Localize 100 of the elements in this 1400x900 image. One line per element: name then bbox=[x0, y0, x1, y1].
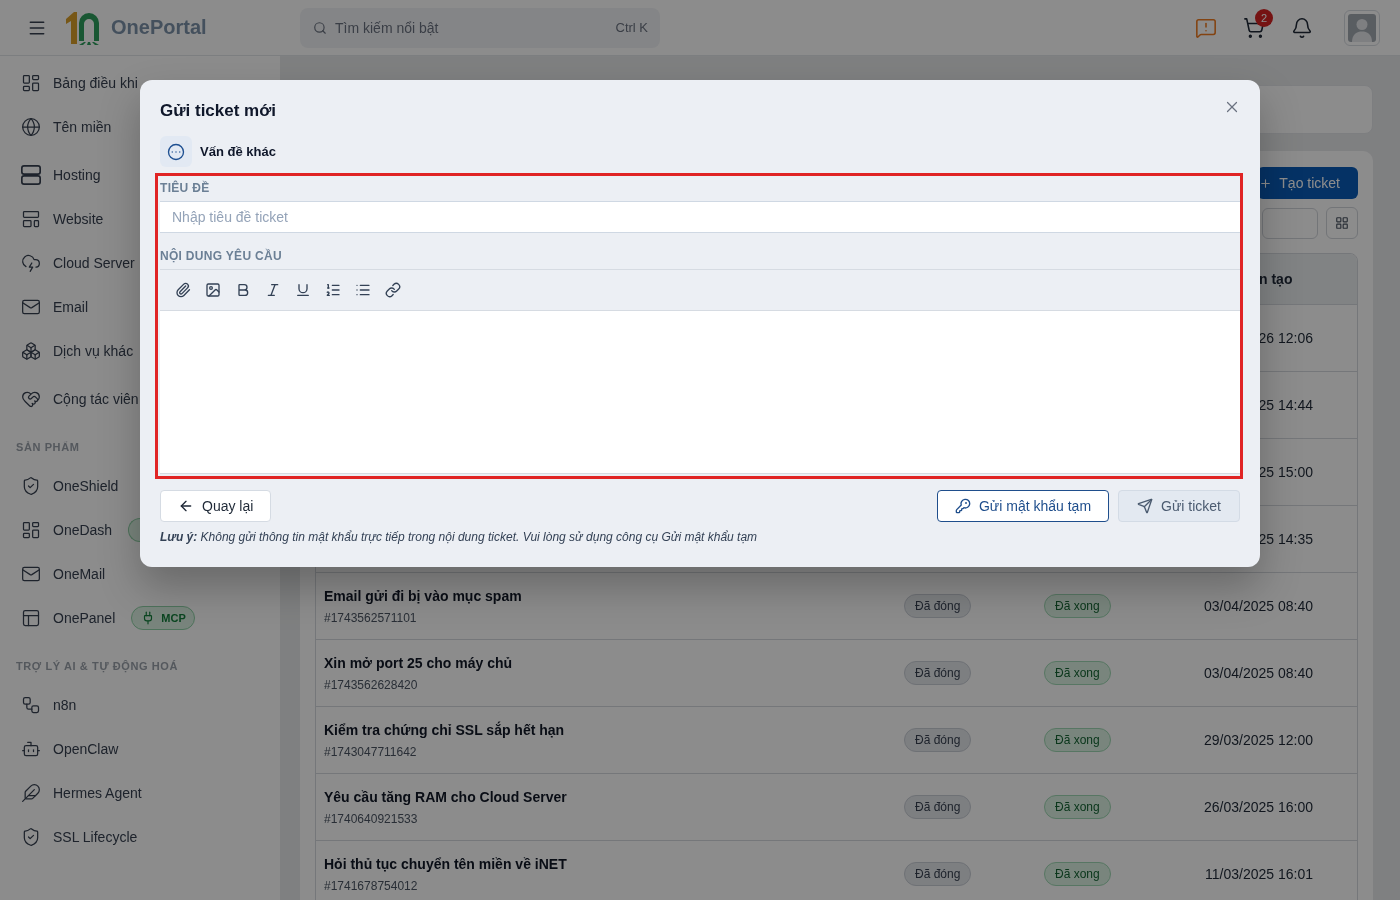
grid-view-button[interactable] bbox=[1326, 207, 1358, 239]
status-tag: Đã đóng bbox=[904, 862, 972, 886]
logo-icon bbox=[65, 10, 102, 45]
bell-icon bbox=[1291, 16, 1313, 39]
shortcut-hint: Ctrl K bbox=[615, 20, 648, 35]
sidebar-item[interactable]: Email bbox=[16, 285, 88, 329]
ticket-title: Xin mở port 25 cho máy chủ bbox=[324, 654, 513, 673]
server-icon bbox=[21, 165, 41, 185]
tag-label: MCP bbox=[161, 611, 186, 625]
sidebar-item[interactable]: Hermes Agent bbox=[16, 771, 142, 815]
heart-handshake-icon bbox=[21, 389, 41, 409]
plus-icon bbox=[1259, 176, 1273, 190]
mail-icon bbox=[21, 564, 41, 584]
ticket-number: #1741678754012 bbox=[324, 878, 418, 894]
status-tag: Đã đóng bbox=[904, 728, 972, 752]
image-icon bbox=[205, 282, 221, 298]
date-text: 03/04/2025 08:40 bbox=[1204, 598, 1313, 614]
paperclip-icon bbox=[175, 282, 191, 298]
sidebar-item[interactable]: OneDash bbox=[16, 508, 141, 552]
feather-icon bbox=[21, 783, 41, 803]
date-text: 26 12:06 bbox=[1258, 330, 1313, 346]
search-field[interactable]: Tìm kiếm nổi bật Ctrl K bbox=[300, 7, 660, 48]
workflow-icon bbox=[21, 695, 41, 715]
shield-check-icon bbox=[21, 827, 41, 847]
date-text: 25 14:44 bbox=[1258, 397, 1313, 413]
date-text: 03/04/2025 08:40 bbox=[1204, 665, 1313, 681]
ticket-title: Email gửi đi bị vào mục spam bbox=[324, 587, 522, 606]
robot-icon bbox=[21, 739, 41, 759]
send-icon bbox=[1137, 498, 1154, 514]
ticket-title: Kiểm tra chứng chỉ SSL sắp hết hạn bbox=[324, 720, 565, 740]
grid-icon bbox=[1335, 216, 1349, 230]
send-password-button[interactable]: Gửi mật khẩu tạm bbox=[937, 490, 1110, 522]
progress-tag: Đã xong bbox=[1044, 661, 1111, 685]
sidebar-item[interactable]: OneMail bbox=[16, 552, 106, 596]
create-ticket-button[interactable]: Tạo ticket bbox=[1257, 167, 1358, 199]
search-icon bbox=[313, 20, 327, 35]
text-input-field[interactable]: Nhập tiêu đề ticket bbox=[160, 201, 1240, 233]
category-label: Vấn đề khác bbox=[200, 144, 276, 159]
date-text: 26/03/2025 16:00 bbox=[1204, 799, 1313, 815]
link-icon bbox=[385, 282, 401, 298]
italic-icon bbox=[265, 282, 281, 298]
sidebar-item[interactable]: Bảng điều khi bbox=[16, 61, 138, 105]
bullet-list-icon bbox=[355, 282, 371, 298]
panel-layout-icon bbox=[21, 608, 41, 628]
bold-icon bbox=[235, 282, 251, 298]
shield-check-icon bbox=[21, 476, 41, 496]
progress-tag: Đã xong bbox=[1044, 594, 1111, 618]
status-tag: Đã đóng bbox=[904, 594, 972, 618]
sidebar-item[interactable]: SSL Lifecycle bbox=[16, 815, 138, 859]
ticket-number: #1740640921533 bbox=[324, 811, 418, 827]
dialog-title: Gửi ticket mới bbox=[160, 100, 277, 122]
sidebar-item[interactable]: OpenClaw bbox=[16, 727, 119, 771]
dashboard-icon bbox=[21, 520, 41, 540]
layout-icon bbox=[21, 209, 41, 229]
sidebar-item[interactable]: n8n bbox=[16, 683, 77, 727]
sidebar-item[interactable]: OneShield bbox=[16, 464, 119, 508]
message-alert-icon bbox=[1195, 16, 1217, 39]
column-header: n tạo bbox=[1259, 271, 1293, 287]
date-text: 29/03/2025 12:00 bbox=[1204, 732, 1313, 748]
underline-icon bbox=[295, 282, 311, 298]
sidebar-item[interactable]: Dịch vụ khác bbox=[16, 329, 134, 373]
status-tag: Đã đóng bbox=[904, 795, 972, 819]
status-tag: Đã đóng bbox=[904, 661, 972, 685]
sidebar-item[interactable]: Hosting bbox=[16, 153, 101, 197]
date-text: 11/03/2025 16:01 bbox=[1205, 866, 1313, 882]
key-icon bbox=[955, 498, 971, 514]
cart-button[interactable]: 2 bbox=[1234, 7, 1274, 48]
sidebar-item[interactable]: Tên miền bbox=[16, 105, 112, 149]
sidebar-item[interactable]: OnePanel MCP bbox=[16, 596, 195, 640]
logo-text: OnePortal bbox=[111, 16, 207, 39]
progress-tag: Đã xong bbox=[1044, 728, 1111, 752]
user-silhouette-icon bbox=[1348, 13, 1376, 42]
ticket-number: #1743562628420 bbox=[324, 677, 418, 693]
sidebar-item[interactable]: Cộng tác viên bbox=[16, 377, 139, 421]
ticket-title: Yêu cầu tăng RAM cho Cloud Server bbox=[324, 788, 567, 807]
boxes-icon bbox=[21, 341, 41, 361]
globe-icon bbox=[21, 117, 41, 137]
section-title: TRỢ LÝ AI & TỰ ĐỘNG HOÁ bbox=[16, 659, 179, 674]
date-text: 25 14:35 bbox=[1258, 531, 1313, 547]
back-button[interactable]: Quay lại bbox=[160, 490, 272, 522]
ticket-number: #1743047711642 bbox=[324, 744, 417, 760]
cart-count: 2 bbox=[1255, 8, 1273, 27]
ticket-number: #1743562571101 bbox=[324, 610, 417, 626]
numbered-list-icon bbox=[325, 282, 341, 298]
progress-tag: Đã xong bbox=[1044, 795, 1111, 819]
cloud-lightning-icon bbox=[21, 253, 41, 273]
date-text: 25 15:00 bbox=[1258, 464, 1313, 480]
mail-icon bbox=[21, 297, 41, 317]
progress-tag: Đã xong bbox=[1044, 862, 1111, 886]
warning-note: Lưu ý: Không gửi thông tin mật khẩu trực tiếp trong nội dung ticket. Vui lòng sử dụng công cụ Gửi mật khẩu tạm bbox=[160, 529, 758, 545]
sidebar-item[interactable]: Cloud Server bbox=[16, 241, 135, 285]
section-title: SẢN PHẨM bbox=[16, 440, 80, 455]
field-label: NỘI DUNG YÊU CẦU bbox=[160, 248, 282, 264]
cart-icon bbox=[1243, 16, 1265, 39]
sidebar-item[interactable]: Website bbox=[16, 197, 104, 241]
editor-text-field[interactable] bbox=[160, 311, 1240, 474]
field-label: TIÊU ĐỀ bbox=[160, 180, 210, 196]
ticket-title: Hỏi thủ tục chuyển tên miền về iNET bbox=[324, 855, 567, 874]
input-field[interactable] bbox=[1262, 207, 1318, 239]
dashboard-icon bbox=[21, 73, 41, 93]
